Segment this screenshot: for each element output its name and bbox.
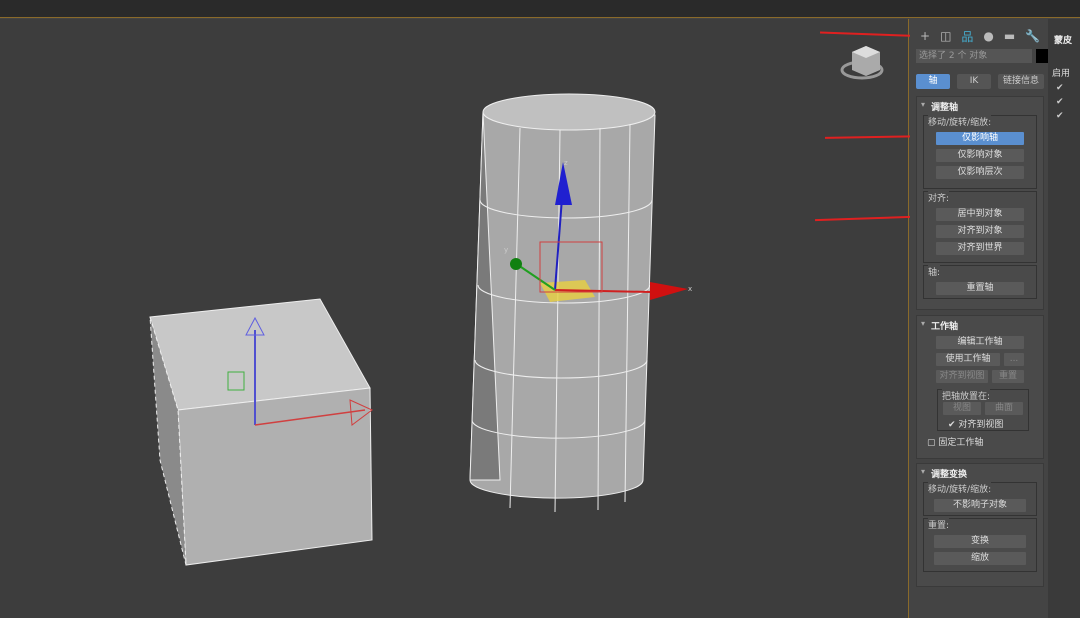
group-label: 把轴放置在: bbox=[942, 389, 991, 402]
pivot-subtab[interactable]: 轴 bbox=[916, 74, 950, 89]
modify-tab-icon[interactable]: ◫ bbox=[940, 29, 951, 43]
utilities-tab-icon[interactable]: 🔧 bbox=[1025, 29, 1040, 43]
ik-subtab[interactable]: IK bbox=[957, 74, 991, 89]
reset-scale-button[interactable]: 缩放 bbox=[934, 552, 1026, 565]
affect-object-only-button[interactable]: 仅影响对象 bbox=[936, 149, 1024, 162]
edit-working-pivot-button[interactable]: 编辑工作轴 bbox=[936, 336, 1024, 349]
hierarchy-tab-icon[interactable]: 品 bbox=[961, 28, 973, 45]
group-label: 轴: bbox=[928, 265, 941, 278]
box-object[interactable] bbox=[149, 298, 373, 566]
command-panel: + ◫ 品 ● ▬ 🔧 选择了 2 个 对象 轴 IK 链接信息 调整轴 移动/… bbox=[910, 19, 1048, 618]
checkbox-list[interactable]: ✔ ✔ ✔ bbox=[1048, 79, 1080, 123]
group-label: 移动/旋转/缩放: bbox=[928, 115, 992, 128]
working-pivot-rollout: 工作轴 编辑工作轴 使用工作轴... 对齐到视图重置 把轴放置在: 视图曲面 ✔… bbox=[916, 315, 1044, 459]
affect-pivot-only-button[interactable]: 仅影响轴 bbox=[936, 132, 1024, 145]
adjust-pivot-rollout: 调整轴 移动/旋转/缩放: 仅影响轴 仅影响对象 仅影响层次 对齐: 居中到对象… bbox=[916, 96, 1044, 310]
group-label: 对齐: bbox=[928, 191, 950, 204]
color-swatch[interactable] bbox=[1036, 49, 1048, 63]
group-label: 重置: bbox=[928, 518, 950, 531]
affect-hierarchy-only-button[interactable]: 仅影响层次 bbox=[936, 166, 1024, 179]
viewcube[interactable] bbox=[840, 46, 884, 80]
scene: z x y bbox=[149, 46, 884, 566]
link-info-subtab[interactable]: 链接信息 bbox=[998, 74, 1044, 89]
group-label: 移动/旋转/缩放: bbox=[928, 482, 992, 495]
display-tab-icon[interactable]: ▬ bbox=[1004, 29, 1015, 43]
align-to-object-button[interactable]: 对齐到对象 bbox=[936, 225, 1024, 238]
checkbox-label: 对齐到视图 bbox=[958, 420, 1004, 430]
more-button[interactable]: ... bbox=[1004, 353, 1024, 366]
rollout-title[interactable]: 调整变换 bbox=[917, 464, 1043, 480]
axis-y-label: y bbox=[504, 246, 508, 254]
rollout-title[interactable]: 调整轴 bbox=[917, 97, 1043, 113]
adjust-transform-rollout: 调整变换 移动/旋转/缩放: 不影响子对象 重置: 变换 缩放 bbox=[916, 463, 1044, 587]
secondary-panel: 蒙皮 启用 ✔ ✔ ✔ bbox=[1048, 19, 1080, 618]
enable-label: 启用 bbox=[1052, 69, 1071, 79]
selection-name-field[interactable]: 选择了 2 个 对象 bbox=[916, 49, 1032, 63]
axis-x-label: x bbox=[688, 285, 692, 293]
reset-button[interactable]: 重置 bbox=[992, 370, 1024, 383]
cylinder-object[interactable] bbox=[469, 93, 656, 513]
create-tab-icon[interactable]: + bbox=[920, 29, 930, 43]
view-button[interactable]: 视图 bbox=[943, 402, 981, 415]
viewport-perspective[interactable]: z x y bbox=[0, 19, 960, 618]
axis-z-label: z bbox=[564, 159, 568, 167]
align-to-view-checkbox[interactable]: ✔ 对齐到视图 bbox=[938, 415, 1028, 430]
skin-rollout-title[interactable]: 蒙皮 bbox=[1048, 19, 1080, 46]
use-working-pivot-button[interactable]: 使用工作轴 bbox=[936, 353, 1000, 366]
center-to-object-button[interactable]: 居中到对象 bbox=[936, 208, 1024, 221]
reset-transform-button[interactable]: 变换 bbox=[934, 535, 1026, 548]
checkbox-label: 固定工作轴 bbox=[938, 438, 984, 448]
align-to-world-button[interactable]: 对齐到世界 bbox=[936, 242, 1024, 255]
motion-tab-icon[interactable]: ● bbox=[983, 29, 993, 43]
reset-pivot-button[interactable]: 重置轴 bbox=[936, 282, 1024, 295]
surface-button[interactable]: 曲面 bbox=[985, 402, 1023, 415]
align-to-view-button[interactable]: 对齐到视图 bbox=[936, 370, 988, 383]
rollout-title[interactable]: 工作轴 bbox=[917, 316, 1043, 332]
dont-affect-children-button[interactable]: 不影响子对象 bbox=[934, 499, 1026, 512]
lock-working-pivot-checkbox[interactable]: ▢ 固定工作轴 bbox=[917, 431, 1043, 448]
